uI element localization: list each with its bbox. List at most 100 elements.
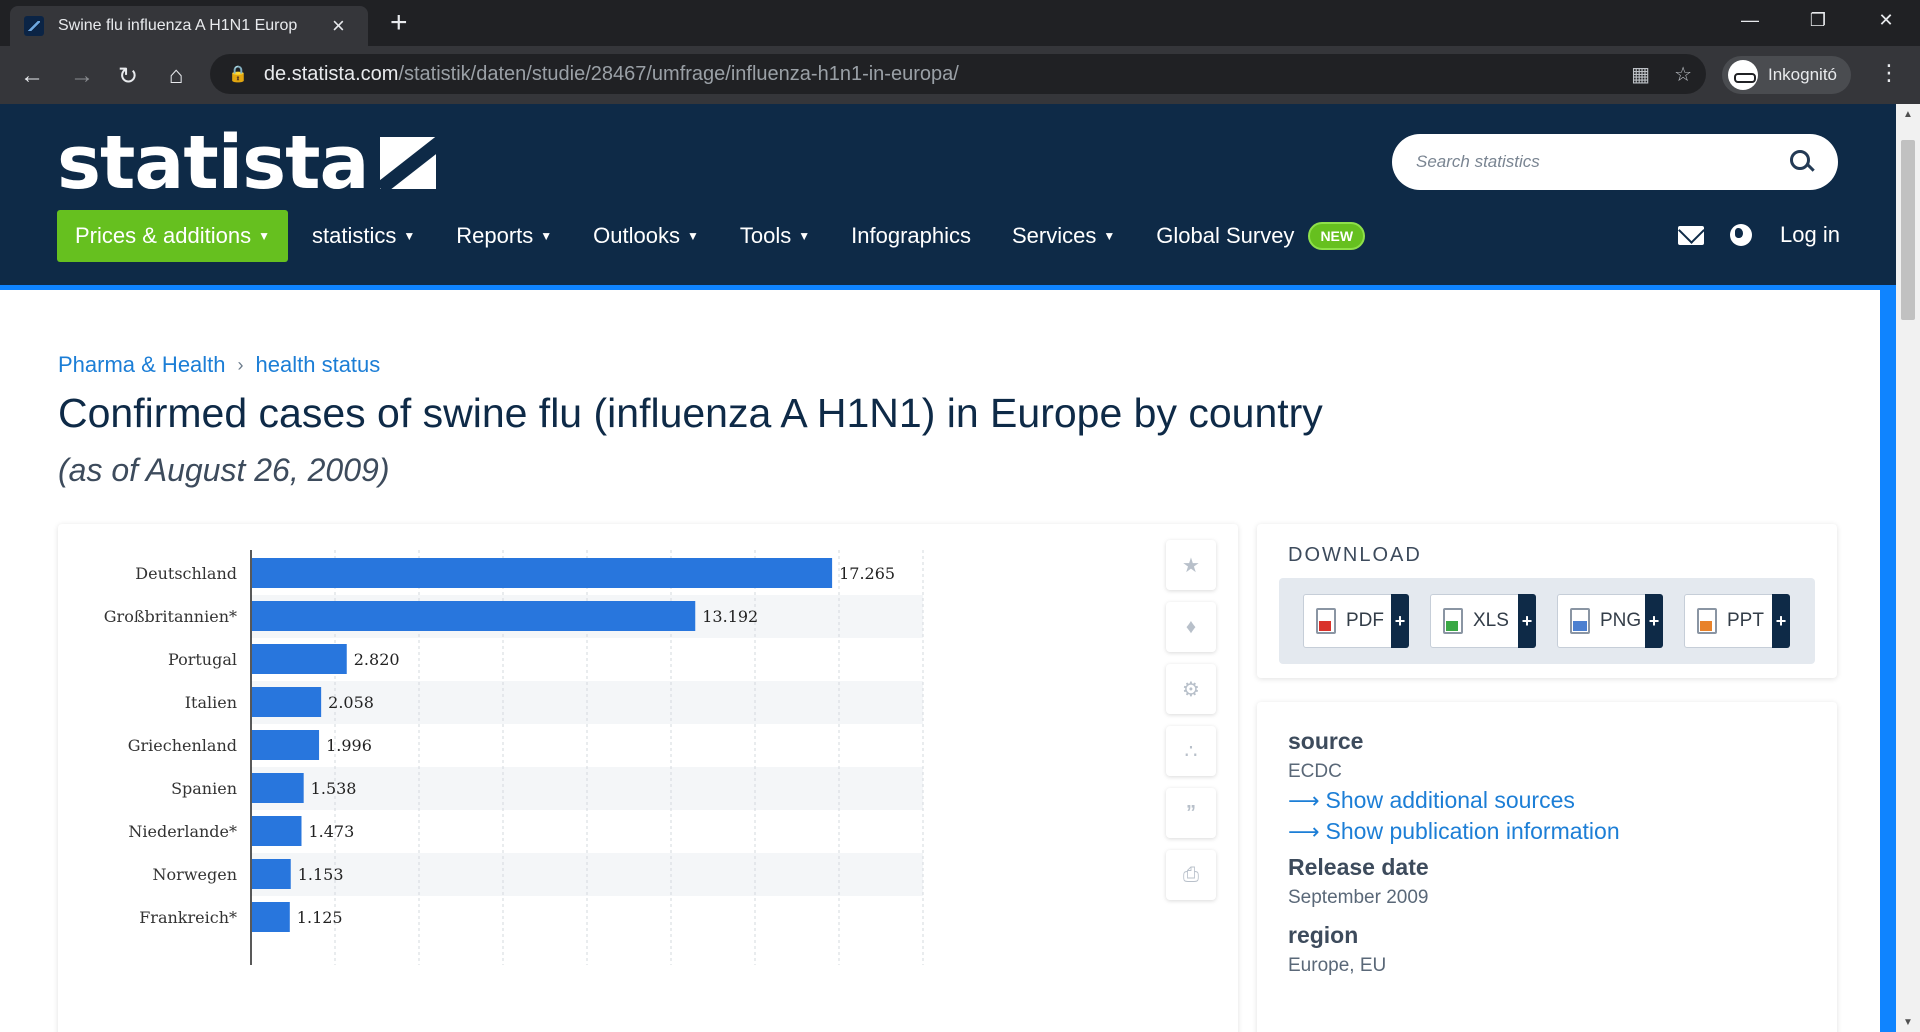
nav-global-survey[interactable]: Global Survey NEW [1156, 222, 1366, 250]
download-pdf-button[interactable]: PDF + [1303, 594, 1409, 648]
download-buttons: PDF + XLS + PNG + PPT + [1279, 578, 1815, 664]
lock-icon: 🔒 [228, 66, 248, 83]
caret-down-icon: ▼ [258, 229, 270, 243]
translate-icon[interactable]: ▦ [1631, 62, 1650, 87]
region-block: region Europe, EU [1288, 922, 1386, 977]
page-content: Pharma & Health › health status Confirme… [0, 290, 1880, 1032]
caret-down-icon: ▼ [687, 229, 699, 243]
category-label: Italien [185, 693, 237, 712]
home-icon[interactable]: ⌂ [160, 60, 192, 92]
category-label: Deutschland [135, 564, 237, 583]
tab-close-icon[interactable]: × [332, 15, 345, 37]
download-xls-button[interactable]: XLS + [1430, 594, 1536, 648]
browser-tab-strip: Swine flu influenza A H1N1 Europ × + — ❐… [0, 0, 1920, 46]
bar-3 [252, 687, 322, 717]
source-value: ECDC [1288, 761, 1342, 782]
data-label: 2.058 [328, 693, 374, 712]
incognito-icon [1728, 60, 1758, 90]
address-bar[interactable]: 🔒 de.statista.com/statistik/daten/studie… [210, 54, 1706, 94]
notification-bell-icon[interactable]: ♦ [1166, 602, 1216, 652]
mail-icon[interactable] [1678, 225, 1705, 245]
source-heading: source [1288, 728, 1364, 754]
profile-label: Inkognitó [1768, 65, 1837, 84]
window-close-icon[interactable]: ✕ [1852, 0, 1920, 40]
bar-6 [252, 816, 302, 846]
bar-2 [252, 644, 347, 674]
logo-mark-icon [380, 137, 437, 189]
region-heading: region [1288, 922, 1359, 948]
cite-quote-icon[interactable]: ” [1166, 788, 1216, 838]
data-label: 1.473 [308, 822, 354, 841]
data-label: 1.125 [297, 908, 343, 927]
restore-icon[interactable]: ❐ [1784, 0, 1852, 40]
statistic-info-panel: source ECDC ⟶ Show additional sources ⟶ Sh… [1257, 702, 1837, 1032]
bar-chart: Deutschland 17.265 Großbritannien* 13.192 Po… [104, 550, 924, 965]
category-label: Spanien [171, 779, 237, 798]
search-input[interactable]: Search statistics [1416, 152, 1790, 172]
incognito-profile-button[interactable]: Inkognitó [1722, 56, 1851, 94]
scroll-up-icon[interactable]: ▲ [1896, 104, 1920, 124]
share-icon[interactable]: ∴ [1166, 726, 1216, 776]
download-ppt-button[interactable]: PPT + [1684, 594, 1790, 648]
nav-statistics[interactable]: statistics ▼ [312, 223, 415, 249]
new-tab-plus-icon[interactable]: + [390, 6, 408, 40]
bar-7 [252, 859, 291, 889]
url-text: de.statista.com/statistik/daten/studie/2… [263, 62, 959, 85]
bar-0 [252, 558, 833, 588]
page-scrollbar[interactable]: ▲ ▼ [1896, 104, 1920, 1032]
bar-8 [252, 902, 290, 932]
search-box[interactable]: Search statistics [1392, 134, 1838, 190]
bar-4 [252, 730, 320, 760]
scrollbar-thumb[interactable] [1901, 140, 1915, 320]
bar-5 [252, 773, 304, 803]
bookmark-star-icon[interactable]: ☆ [1674, 62, 1692, 87]
breadcrumb-item-health-status[interactable]: health status [256, 352, 381, 378]
statista-logo[interactable]: statista [57, 126, 437, 200]
category-label: Großbritannien* [104, 607, 237, 626]
feedback-tab[interactable] [1880, 290, 1896, 1032]
category-label: Norwegen [153, 865, 237, 884]
data-label: 1.996 [326, 736, 372, 755]
browser-tab-active[interactable]: Swine flu influenza A H1N1 Europ × [10, 6, 368, 46]
login-link[interactable]: Log in [1780, 222, 1840, 248]
caret-down-icon: ▼ [1103, 229, 1116, 243]
window-controls: — ❐ ✕ [1716, 0, 1920, 40]
nav-infographics[interactable]: Infographics [851, 223, 971, 249]
data-label: 2.820 [354, 650, 400, 669]
search-icon[interactable] [1790, 150, 1814, 174]
nav-tools[interactable]: Tools ▼ [740, 223, 810, 249]
breadcrumb-separator-icon: › [237, 354, 244, 375]
scroll-down-icon[interactable]: ▼ [1896, 1012, 1920, 1032]
back-arrow-icon[interactable]: ← [16, 60, 48, 92]
page-title: Confirmed cases of swine flu (influenza … [58, 390, 1323, 436]
download-xls-label: XLS [1473, 610, 1509, 631]
download-heading: DOWNLOAD [1288, 544, 1422, 566]
chart-card: Deutschland 17.265 Großbritannien* 13.192 Po… [58, 524, 1238, 1032]
breadcrumb-item-pharma-health[interactable]: Pharma & Health [58, 352, 226, 378]
category-label: Niederlande* [128, 822, 237, 841]
favorite-star-icon[interactable]: ★ [1166, 540, 1216, 590]
globe-icon[interactable] [1730, 224, 1753, 246]
nav-services[interactable]: Services ▼ [1012, 223, 1115, 249]
minimize-icon[interactable]: — [1716, 0, 1784, 40]
show-publication-info-link[interactable]: ⟶ Show publication information [1288, 818, 1620, 845]
download-ppt-label: PPT [1727, 610, 1764, 631]
nav-prices-additions[interactable]: Prices & additions ▼ [57, 210, 288, 262]
release-date-value: September 2009 [1288, 887, 1429, 908]
nav-outlooks[interactable]: Outlooks ▼ [593, 223, 699, 249]
browser-menu-icon[interactable]: ⋮ [1878, 60, 1900, 86]
site-header: statista Search statistics Prices & addi… [0, 104, 1896, 290]
ppt-file-icon [1697, 608, 1717, 634]
xls-file-icon [1443, 608, 1463, 634]
download-png-label: PNG [1600, 610, 1642, 631]
forward-arrow-icon[interactable]: → [66, 60, 98, 92]
settings-gear-icon[interactable]: ⚙ [1166, 664, 1216, 714]
statista-favicon-icon [24, 16, 44, 36]
arrow-right-icon: ⟶ [1288, 787, 1320, 813]
reload-icon[interactable]: ↻ [112, 60, 144, 92]
print-icon[interactable]: ⎙ [1166, 850, 1216, 900]
download-png-button[interactable]: PNG + [1557, 594, 1663, 648]
nav-reports[interactable]: Reports ▼ [456, 223, 552, 249]
category-label: Griechenland [128, 736, 237, 755]
show-additional-sources-link[interactable]: ⟶ Show additional sources [1288, 787, 1620, 814]
